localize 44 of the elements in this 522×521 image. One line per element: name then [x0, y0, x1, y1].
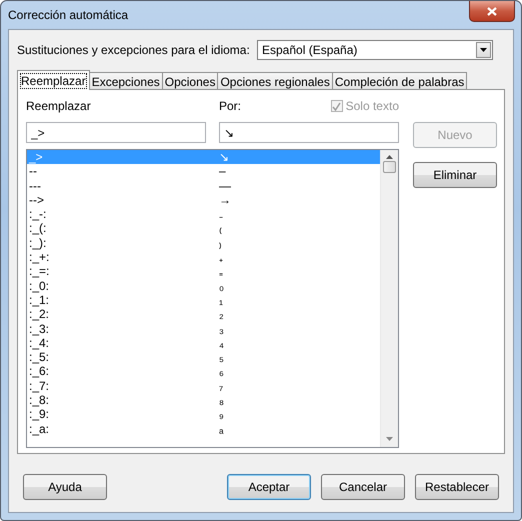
list-row[interactable]: :_=: ₌ — [27, 264, 380, 279]
list-row[interactable]: -- – — [27, 164, 380, 179]
checkbox-label: Solo texto — [346, 99, 399, 113]
dialog-button[interactable]: Aceptar — [227, 474, 311, 500]
scroll-up-icon — [386, 155, 393, 159]
side-button[interactable]: Eliminar — [413, 162, 497, 188]
replace-field[interactable]: _> — [26, 122, 206, 143]
tab[interactable]: Opciones regionales — [217, 72, 333, 89]
window-title: Corrección automática — [8, 8, 130, 22]
list-row[interactable]: :_-: ₋ — [27, 207, 380, 222]
scroll-down-icon — [386, 437, 393, 441]
list-row[interactable]: :_8: ₈ — [27, 393, 380, 408]
list-row[interactable]: :_3: ₃ — [27, 322, 380, 336]
list-row[interactable]: :_4: ₄ — [27, 336, 380, 350]
tab[interactable]: Reemplazar — [17, 70, 90, 90]
tab[interactable]: Excepciones — [88, 72, 163, 89]
list-row[interactable]: :_7: ₇ — [27, 378, 380, 394]
language-dropdown[interactable]: Español (España) — [257, 40, 493, 60]
with-label: Por: — [219, 99, 242, 113]
list-row[interactable]: :_+: ₊ — [27, 250, 380, 264]
list-row[interactable]: :_5: ₅ — [27, 350, 380, 364]
replace-label: Reemplazar — [26, 99, 92, 113]
list-row[interactable]: :_1: ₁ — [27, 292, 380, 308]
list-row[interactable]: :_0: ₀ — [27, 278, 380, 293]
list-row[interactable]: :_6: ₆ — [27, 364, 380, 379]
language-label: Sustituciones y excepciones para el idioma: — [17, 43, 247, 57]
list-row[interactable]: :_a: ₐ — [27, 422, 380, 436]
dialog-button[interactable]: Restablecer — [415, 474, 499, 500]
scroll-thumb[interactable] — [383, 161, 396, 173]
list-row[interactable]: :_(: ₍ — [27, 221, 380, 236]
dialog-button[interactable]: Cancelar — [321, 474, 405, 500]
dialog-button[interactable]: Ayuda — [23, 474, 107, 500]
list-row[interactable]: --- — — [27, 178, 380, 193]
list-row[interactable]: :_2: ₂ — [27, 307, 380, 322]
close-button[interactable] — [469, 1, 515, 22]
with-field[interactable]: ↘ — [219, 122, 399, 143]
close-icon — [487, 6, 497, 16]
list-row[interactable]: --> → — [27, 192, 380, 208]
tab[interactable]: Opciones — [162, 72, 218, 89]
list-row[interactable]: :_): ₎ — [27, 236, 380, 250]
tab[interactable]: Compleción de palabras — [332, 72, 468, 89]
scrollbar[interactable] — [380, 150, 398, 447]
caret-icon — [480, 48, 487, 52]
list-row[interactable]: :_9: ₉ — [27, 407, 380, 422]
